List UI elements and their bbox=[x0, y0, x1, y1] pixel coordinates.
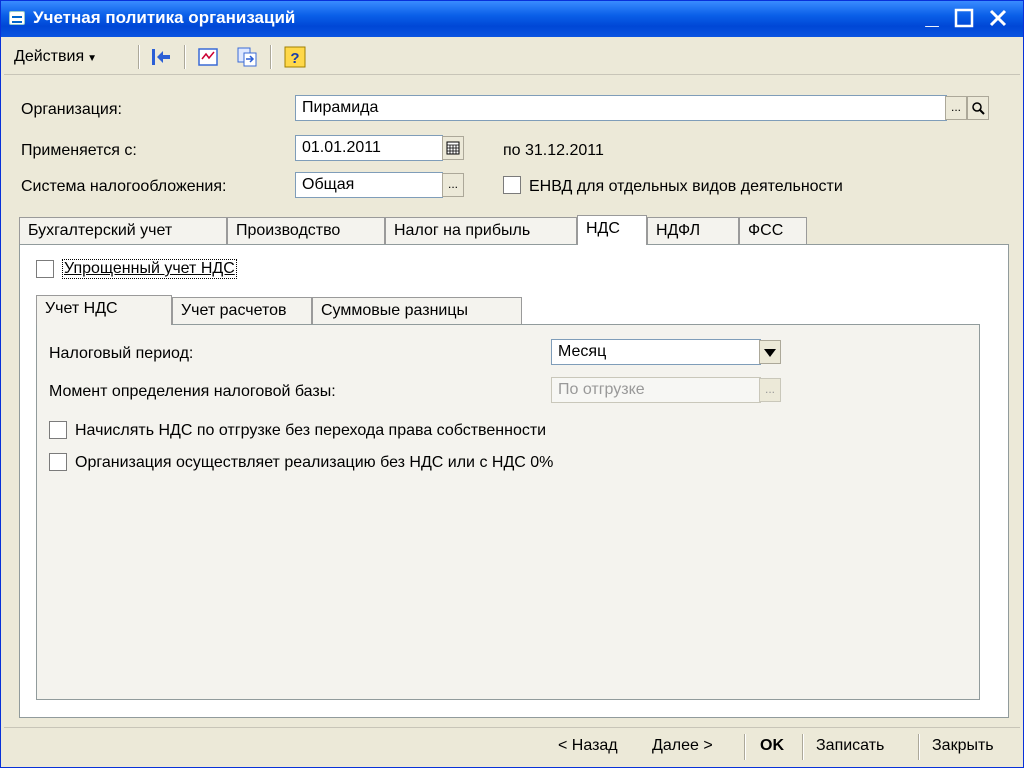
toolbar-separator bbox=[138, 45, 140, 69]
tab-label: Суммовые разницы bbox=[321, 302, 469, 319]
accrue-vat-label: Начислять НДС по отгрузке без перехода п… bbox=[75, 422, 547, 439]
toolbar: Действия ▼ ? bbox=[4, 39, 1020, 75]
close-button[interactable]: Закрыть bbox=[932, 737, 994, 755]
ok-button[interactable]: OK bbox=[760, 737, 784, 755]
title-bar[interactable]: Учетная политика организаций _ bbox=[1, 1, 1023, 37]
tab-label: Учет НДС bbox=[45, 300, 118, 317]
zero-vat-checkbox[interactable] bbox=[49, 453, 67, 471]
envd-label: ЕНВД для отдельных видов деятельности bbox=[529, 178, 843, 195]
footer-separator bbox=[802, 734, 804, 760]
save-button[interactable]: Записать bbox=[816, 737, 884, 755]
tab-label: НДС bbox=[586, 220, 620, 237]
applies-from-field[interactable]: 01.01.2011 bbox=[295, 135, 443, 161]
tab-label: Учет расчетов bbox=[181, 302, 287, 319]
footer-separator bbox=[918, 734, 920, 760]
applies-from-label: Применяется с: bbox=[21, 142, 137, 159]
footer-separator bbox=[744, 734, 746, 760]
window: Учетная политика организаций _ Действия ▼… bbox=[0, 0, 1024, 768]
calendar-icon[interactable] bbox=[442, 136, 464, 160]
select-button[interactable]: ... bbox=[945, 96, 967, 120]
tab-ndfl[interactable]: НДФЛ bbox=[647, 217, 739, 245]
tax-system-field[interactable]: Общая bbox=[295, 172, 443, 198]
footer-bar: < Назад Далее > OK Записать Закрыть bbox=[4, 727, 1020, 765]
select-button[interactable]: ... bbox=[442, 173, 464, 197]
back-button[interactable]: < Назад bbox=[558, 737, 618, 755]
search-icon[interactable] bbox=[967, 96, 989, 120]
report-icon[interactable] bbox=[197, 46, 219, 68]
tax-period-label: Налоговый период: bbox=[49, 345, 194, 362]
transfer-icon[interactable] bbox=[236, 46, 258, 68]
tab-accounting[interactable]: Бухгалтерский учет bbox=[19, 217, 227, 245]
organization-field[interactable]: Пирамида bbox=[295, 95, 947, 121]
tab-label: ФСС bbox=[748, 222, 784, 239]
organization-label: Организация: bbox=[21, 101, 122, 118]
subtab-settlements[interactable]: Учет расчетов bbox=[172, 297, 312, 325]
envd-checkbox[interactable] bbox=[503, 176, 521, 194]
select-button: ... bbox=[759, 378, 781, 402]
zero-vat-label: Организация осуществляет реализацию без … bbox=[75, 454, 554, 471]
tab-label: НДФЛ bbox=[656, 222, 701, 239]
minimize-button[interactable]: _ bbox=[919, 5, 945, 31]
dropdown-arrow-icon: ▼ bbox=[87, 53, 98, 64]
tax-base-moment-field: По отгрузке bbox=[551, 377, 761, 403]
tab-vat[interactable]: НДС bbox=[577, 215, 647, 245]
arrow-left-icon[interactable] bbox=[150, 46, 172, 68]
tab-production[interactable]: Производство bbox=[227, 217, 385, 245]
actions-menu[interactable]: Действия ▼ bbox=[14, 48, 97, 66]
actions-label: Действия bbox=[14, 48, 85, 65]
toolbar-separator bbox=[270, 45, 272, 69]
tab-profit-tax[interactable]: Налог на прибыль bbox=[385, 217, 577, 245]
tab-label: Производство bbox=[236, 222, 341, 239]
simplified-vat-checkbox[interactable] bbox=[36, 260, 54, 278]
next-button[interactable]: Далее > bbox=[652, 737, 713, 755]
subtab-vat-accounting[interactable]: Учет НДС bbox=[36, 295, 172, 325]
close-window-button[interactable] bbox=[985, 5, 1011, 31]
tab-fss[interactable]: ФСС bbox=[739, 217, 807, 245]
vat-accounting-panel: Налоговый период: Месяц Момент определен… bbox=[36, 324, 980, 700]
svg-text:?: ? bbox=[290, 50, 299, 67]
dropdown-arrow-icon[interactable] bbox=[759, 340, 781, 364]
window-title: Учетная политика организаций bbox=[33, 8, 296, 27]
vat-tab-panel: Упрощенный учет НДС Учет НДС Учет расчет… bbox=[19, 244, 1009, 718]
simplified-vat-label: Упрощенный учет НДС bbox=[62, 259, 237, 279]
tax-base-moment-label: Момент определения налоговой базы: bbox=[49, 383, 336, 400]
maximize-button[interactable] bbox=[951, 5, 977, 31]
toolbar-separator bbox=[184, 45, 186, 69]
help-icon[interactable]: ? bbox=[284, 46, 306, 68]
window-icon bbox=[9, 11, 25, 25]
tax-period-select[interactable]: Месяц bbox=[551, 339, 761, 365]
accrue-vat-checkbox[interactable] bbox=[49, 421, 67, 439]
tab-label: Налог на прибыль bbox=[394, 222, 531, 239]
subtab-sum-differences[interactable]: Суммовые разницы bbox=[312, 297, 522, 325]
period-to-text: по 31.12.2011 bbox=[503, 142, 604, 159]
tax-system-label: Система налогообложения: bbox=[21, 178, 227, 195]
tab-label: Бухгалтерский учет bbox=[28, 222, 173, 239]
